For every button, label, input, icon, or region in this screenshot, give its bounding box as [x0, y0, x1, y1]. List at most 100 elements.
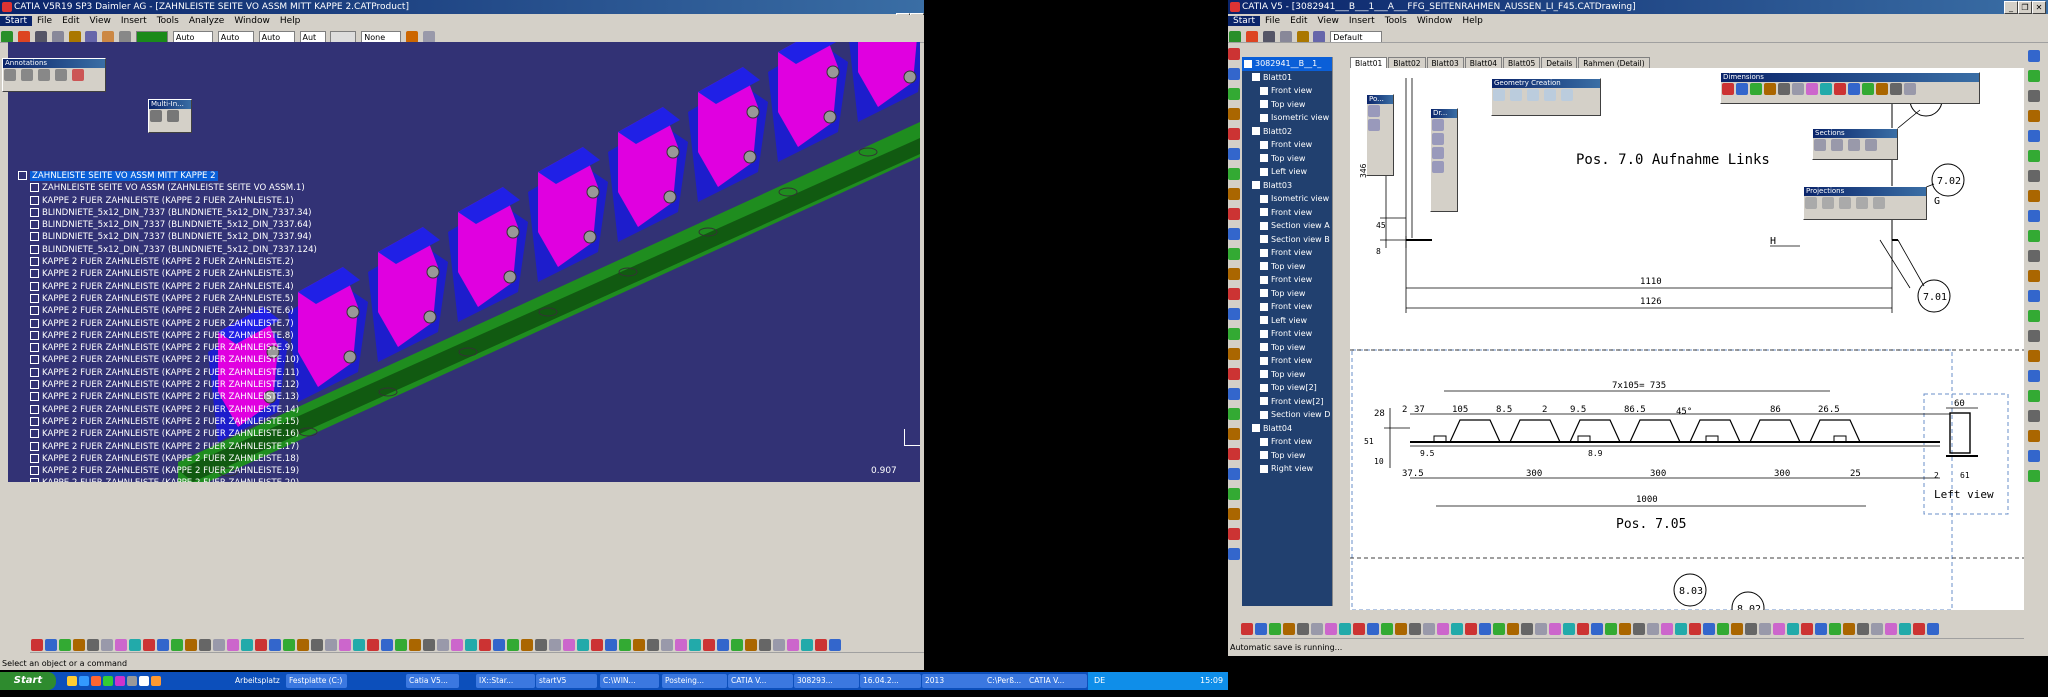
- spec-view-node[interactable]: Front view: [1242, 273, 1332, 287]
- side-tool-icon[interactable]: [1228, 448, 1240, 460]
- right-bottom-tool-icon[interactable]: [1703, 623, 1715, 635]
- side-tool-icon[interactable]: [1228, 88, 1240, 100]
- spec-view-node[interactable]: Section view D: [1242, 408, 1332, 422]
- dimension-tool-icon[interactable]: [1848, 83, 1860, 95]
- left-bottom-tool-icon[interactable]: [213, 639, 225, 651]
- side-tool-icon[interactable]: [1228, 288, 1240, 300]
- right-bottom-tool-icon[interactable]: [1787, 623, 1799, 635]
- right-bottom-tool-icon[interactable]: [1493, 623, 1505, 635]
- right-bottom-tool-icon[interactable]: [1927, 623, 1939, 635]
- offset-section-icon[interactable]: [1814, 139, 1826, 151]
- right-bottom-tool-icon[interactable]: [1423, 623, 1435, 635]
- arc-icon[interactable]: [1560, 89, 1573, 101]
- spec-view-node[interactable]: 3082941__B__1_: [1242, 57, 1332, 71]
- quick-launch-icon[interactable]: [91, 676, 101, 686]
- spline-icon[interactable]: [1543, 89, 1556, 101]
- right-side-tool-icon[interactable]: [2028, 50, 2040, 62]
- left-bottom-tool-icon[interactable]: [633, 639, 645, 651]
- projections-toolbar[interactable]: Projections: [1803, 186, 1927, 220]
- left-menu-view[interactable]: View: [85, 16, 116, 26]
- right-bottom-tool-icon[interactable]: [1549, 623, 1561, 635]
- tree-node[interactable]: KAPPE 2 FUER ZAHNLEISTE (KAPPE 2 FUER ZA…: [18, 354, 317, 366]
- isometric-view-icon[interactable]: [1872, 197, 1885, 209]
- right-bottom-tool-icon[interactable]: [1465, 623, 1477, 635]
- right-side-tool-icon[interactable]: [2028, 210, 2040, 222]
- side-tool-icon[interactable]: [1228, 208, 1240, 220]
- left-bottom-tool-icon[interactable]: [45, 639, 57, 651]
- left-bottom-tool-icon[interactable]: [87, 639, 99, 651]
- left-bottom-tool-icon[interactable]: [773, 639, 785, 651]
- left-bottom-tool-icon[interactable]: [563, 639, 575, 651]
- right-side-tool-icon[interactable]: [2028, 470, 2040, 482]
- left-bottom-tool-icon[interactable]: [731, 639, 743, 651]
- right-bottom-tool-icon[interactable]: [1647, 623, 1659, 635]
- right-side-tool-icon[interactable]: [2028, 330, 2040, 342]
- left-bottom-tool-icon[interactable]: [59, 639, 71, 651]
- dr-d-icon[interactable]: [1432, 161, 1444, 173]
- dimension-tool-icon[interactable]: [1820, 83, 1832, 95]
- left-bottom-tool-icon[interactable]: [759, 639, 771, 651]
- side-tool-icon[interactable]: [1228, 368, 1240, 380]
- tree-node[interactable]: BLINDNIETE_5x12_DIN_7337 (BLINDNIETE_5x1…: [18, 231, 317, 243]
- right-menu-tools[interactable]: Tools: [1380, 16, 1412, 26]
- right-bottom-tool-icon[interactable]: [1773, 623, 1785, 635]
- left-bottom-tool-icon[interactable]: [423, 639, 435, 651]
- spec-view-node[interactable]: Top view: [1242, 449, 1332, 463]
- right-bottom-tool-icon[interactable]: [1829, 623, 1841, 635]
- right-menu-file[interactable]: File: [1260, 16, 1285, 26]
- quick-launch-icon[interactable]: [127, 676, 137, 686]
- right-bottom-tool-icon[interactable]: [1913, 623, 1925, 635]
- left-bottom-tool-icon[interactable]: [255, 639, 267, 651]
- right-menu-window[interactable]: Window: [1412, 16, 1458, 26]
- side-tool-icon[interactable]: [1228, 528, 1240, 540]
- right-side-tool-icon[interactable]: [2028, 350, 2040, 362]
- right-side-tool-icon[interactable]: [2028, 170, 2040, 182]
- style-combo[interactable]: Default: [1330, 30, 1383, 42]
- dimension-tool-icon[interactable]: [1764, 83, 1776, 95]
- right-bottom-tool-icon[interactable]: [1353, 623, 1365, 635]
- quick-launch-icon[interactable]: [79, 676, 89, 686]
- right-bottom-tool-icon[interactable]: [1857, 623, 1869, 635]
- spec-view-node[interactable]: Isometric view: [1242, 111, 1332, 125]
- geometry-creation-toolbar[interactable]: Geometry Creation: [1491, 78, 1601, 116]
- tree-node[interactable]: KAPPE 2 FUER ZAHNLEISTE (KAPPE 2 FUER ZA…: [18, 330, 317, 342]
- left-bottom-tool-icon[interactable]: [241, 639, 253, 651]
- right-menu-start[interactable]: Start: [1228, 16, 1260, 26]
- r-measure-icon[interactable]: [1279, 31, 1292, 42]
- left-bottom-tool-icon[interactable]: [171, 639, 183, 651]
- right-bottom-tool-icon[interactable]: [1395, 623, 1407, 635]
- spec-view-node[interactable]: Front view: [1242, 84, 1332, 98]
- left-bottom-tool-icon[interactable]: [297, 639, 309, 651]
- quick-launch-icon[interactable]: [139, 676, 149, 686]
- right-bottom-tool-icon[interactable]: [1591, 623, 1603, 635]
- right-bottom-tool-icon[interactable]: [1563, 623, 1575, 635]
- left-bottom-tool-icon[interactable]: [73, 639, 85, 651]
- left-bottom-tool-icon[interactable]: [787, 639, 799, 651]
- spec-view-node[interactable]: Front view: [1242, 300, 1332, 314]
- side-tool-icon[interactable]: [1228, 508, 1240, 520]
- right-minimize-button[interactable]: _: [2004, 1, 2018, 14]
- side-tool-icon[interactable]: [1228, 128, 1240, 140]
- right-side-tool-icon[interactable]: [2028, 70, 2040, 82]
- left-bottom-tool-icon[interactable]: [535, 639, 547, 651]
- right-bottom-tool-icon[interactable]: [1885, 623, 1897, 635]
- spec-view-node[interactable]: Front view: [1242, 435, 1332, 449]
- tree-node[interactable]: KAPPE 2 FUER ZAHNLEISTE (KAPPE 2 FUER ZA…: [18, 453, 317, 465]
- left-bottom-tool-icon[interactable]: [647, 639, 659, 651]
- right-side-tool-icon[interactable]: [2028, 230, 2040, 242]
- right-bottom-tool-icon[interactable]: [1339, 623, 1351, 635]
- taskbar-item[interactable]: startV5: [536, 674, 597, 688]
- quick-launch-icon[interactable]: [151, 676, 161, 686]
- text-annotation-icon[interactable]: [4, 69, 16, 81]
- spec-view-node[interactable]: Top view: [1242, 260, 1332, 274]
- left-bottom-tool-icon[interactable]: [815, 639, 827, 651]
- dimensions-toolbar[interactable]: Dimensions: [1720, 72, 1980, 104]
- left-bottom-tool-icon[interactable]: [185, 639, 197, 651]
- left-menu-insert[interactable]: Insert: [116, 16, 152, 26]
- taskbar-item[interactable]: Catia V5...: [406, 674, 459, 688]
- right-restore-button[interactable]: ❐: [2018, 1, 2032, 14]
- right-bottom-tool-icon[interactable]: [1283, 623, 1295, 635]
- right-bottom-tool-icon[interactable]: [1577, 623, 1589, 635]
- left-bottom-tool-icon[interactable]: [101, 639, 113, 651]
- side-tool-icon[interactable]: [1228, 388, 1240, 400]
